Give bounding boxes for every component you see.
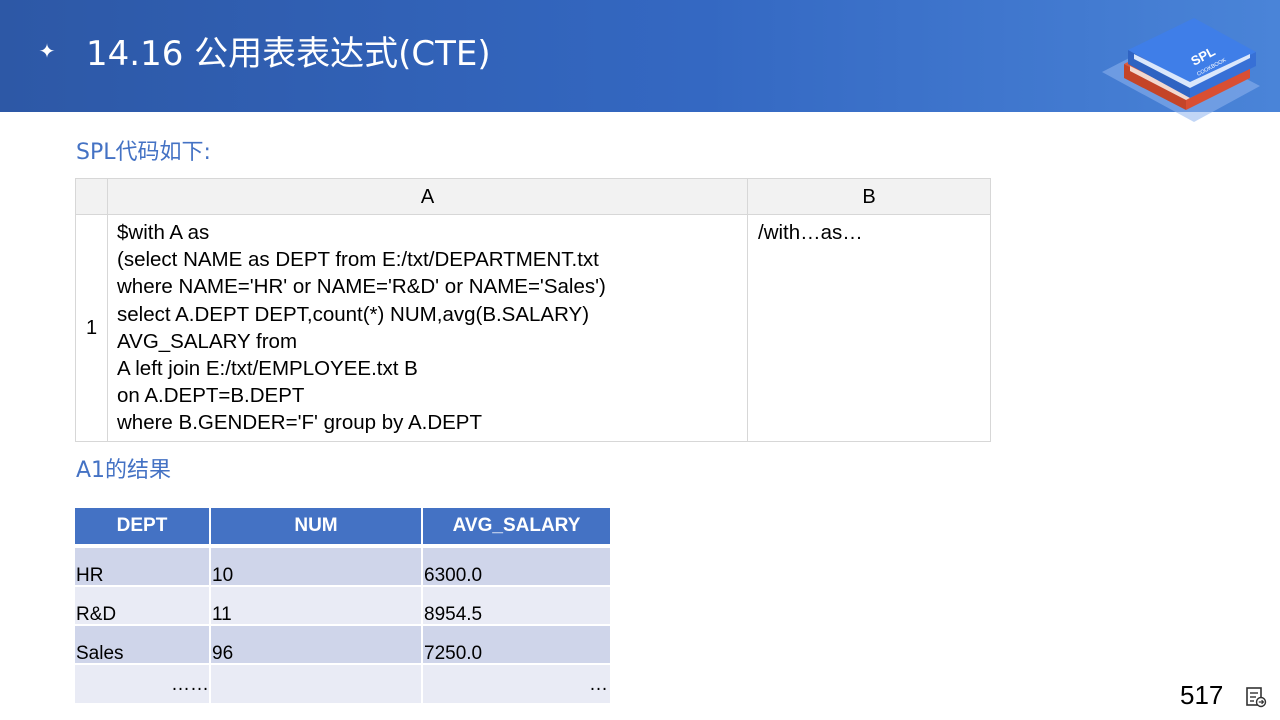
table-row-ellipsis: …… … xyxy=(75,665,610,703)
table-row: HR 10 6300.0 xyxy=(75,548,610,586)
code-line: A left join E:/txt/EMPLOYEE.txt B xyxy=(117,357,418,381)
header-dept: DEPT xyxy=(75,508,211,544)
cell-b1[interactable]: /with…as… xyxy=(748,215,990,441)
cell-dept: R&D xyxy=(75,587,211,625)
column-header-a[interactable]: A xyxy=(108,179,748,215)
cell-dept: HR xyxy=(75,548,211,586)
spl-cookbook-logo: SPL COOKBOOK xyxy=(1102,18,1260,122)
code-line: select A.DEPT DEPT,count(*) NUM,avg(B.SA… xyxy=(117,302,590,326)
cell-avg-salary: 6300.0 xyxy=(423,548,610,586)
code-section-label: SPL代码如下: xyxy=(76,140,211,165)
code-line: where B.GENDER='F' group by A.DEPT xyxy=(117,411,483,435)
notes-icon[interactable] xyxy=(1245,686,1267,708)
code-line: (select NAME as DEPT from E:/txt/DEPARTM… xyxy=(117,248,599,272)
ellipsis-middle xyxy=(211,665,423,703)
ellipsis-left: …… xyxy=(75,665,211,703)
column-header-b[interactable]: B xyxy=(748,179,990,215)
sparkle-icon: ✦ xyxy=(38,41,56,63)
cell-a1[interactable]: $with A as (select NAME as DEPT from E:/… xyxy=(108,215,748,441)
ellipsis-right: … xyxy=(423,665,610,703)
code-line: AVG_SALARY from xyxy=(117,329,298,353)
code-line: $with A as xyxy=(117,221,210,244)
header-num: NUM xyxy=(211,508,423,544)
code-line: where NAME='HR' or NAME='R&D' or NAME='S… xyxy=(117,275,606,299)
page-number: 517 xyxy=(1180,680,1224,710)
spl-code-grid: A B 1 $with A as (select NAME as DEPT fr… xyxy=(75,178,991,442)
cell-avg-salary: 7250.0 xyxy=(423,626,610,664)
result-table-header: DEPT NUM AVG_SALARY xyxy=(75,508,610,544)
code-line: on A.DEPT=B.DEPT xyxy=(117,384,305,408)
cell-num: 96 xyxy=(211,626,423,664)
cell-dept: Sales xyxy=(75,626,211,664)
row-number-1[interactable]: 1 xyxy=(76,215,108,441)
header-avg-salary: AVG_SALARY xyxy=(423,508,610,544)
result-section-label: A1的结果 xyxy=(76,458,172,483)
cell-avg-salary: 8954.5 xyxy=(423,587,610,625)
slide-title: 14.16 公用表表达式(CTE) xyxy=(86,34,491,74)
cell-num: 11 xyxy=(211,587,423,625)
table-row: Sales 96 7250.0 xyxy=(75,626,610,664)
slide-header: ✦ 14.16 公用表表达式(CTE) SPL COOKBOOK xyxy=(0,0,1280,122)
grid-corner xyxy=(76,179,108,215)
table-row: R&D 11 8954.5 xyxy=(75,587,610,625)
cell-num: 10 xyxy=(211,548,423,586)
